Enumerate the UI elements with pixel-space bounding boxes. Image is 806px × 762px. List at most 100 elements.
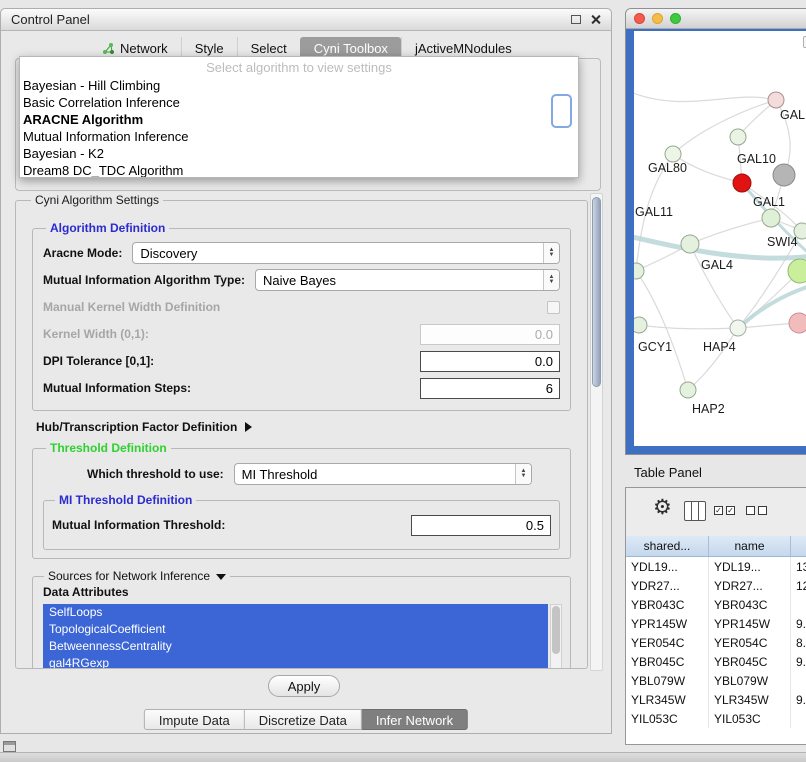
float-panel-icon[interactable] (571, 15, 581, 24)
network-node[interactable] (730, 129, 746, 145)
algorithm-option-basic-correlation-inference[interactable]: Basic Correlation Inference (20, 94, 578, 111)
table-cell: YBR045C (626, 652, 709, 671)
manual-kernel-label: Manual Kernel Width Definition (43, 300, 220, 314)
aracne-mode-label: Aracne Mode: (43, 246, 122, 260)
expand-right-icon[interactable] (245, 422, 252, 432)
column-header-shared[interactable]: shared... (626, 536, 709, 556)
collapse-down-icon[interactable] (216, 574, 226, 580)
list-scrollbar[interactable] (550, 604, 562, 669)
table-row[interactable]: YDL19...YDL19...13 (626, 557, 806, 576)
table-row[interactable]: YBR043CYBR043C (626, 595, 806, 614)
which-threshold-combobox[interactable]: MI Threshold ▲▼ (234, 463, 532, 485)
tab-discretize-data[interactable]: Discretize Data (245, 709, 362, 730)
table-row[interactable]: YBR045CYBR045C9. (626, 652, 806, 671)
network-node[interactable] (634, 263, 644, 279)
table-row[interactable]: YER054CYER054C8. (626, 633, 806, 652)
algorithm-option-dream8-dc-tdc-algorithm[interactable]: Dream8 DC_TDC Algorithm (20, 162, 578, 178)
column-header-extra[interactable] (791, 536, 806, 556)
data-attributes-list[interactable]: SelfLoopsTopologicalCoefficientBetweenne… (43, 604, 562, 669)
network-edge (673, 100, 776, 154)
mi-steps-row: Mutual Information Steps: (43, 377, 560, 399)
mi-type-combobox[interactable]: Naive Bayes ▲▼ (255, 269, 560, 291)
network-node[interactable] (634, 317, 647, 333)
network-canvas[interactable]: GALGAL80GAL10GAL11GAL1SWI4GAL4GCY1HAP4HA… (634, 31, 806, 446)
table-row[interactable]: YPR145WYPR145W9. (626, 614, 806, 633)
mi-threshold-input[interactable] (411, 515, 551, 536)
tab-impute-data[interactable]: Impute Data (144, 709, 245, 730)
list-scrollbar-thumb[interactable] (552, 606, 560, 654)
close-panel-icon[interactable] (590, 14, 601, 25)
algorithm-definition-group: Algorithm Definition Aracne Mode: Discov… (32, 221, 571, 411)
tab-infer-network[interactable]: Infer Network (362, 709, 468, 730)
select-all-columns-icon[interactable]: ✓✓ (714, 506, 735, 515)
bottom-tab-bar: Impute DataDiscretize DataInfer Network (144, 709, 468, 730)
manual-kernel-checkbox[interactable] (547, 301, 560, 314)
network-node[interactable] (730, 320, 746, 336)
attribute-item-betweennesscentrality[interactable]: BetweennessCentrality (43, 638, 548, 655)
network-node[interactable] (762, 209, 780, 227)
apply-button[interactable]: Apply (268, 675, 340, 697)
dpi-tolerance-input[interactable] (420, 351, 560, 372)
network-node[interactable] (681, 235, 699, 253)
network-window: GALGAL80GAL10GAL11GAL1SWI4GAL4GCY1HAP4HA… (625, 8, 806, 455)
columns-icon[interactable] (684, 501, 706, 521)
network-node[interactable] (768, 92, 784, 108)
table-row[interactable]: YBL079WYBL079W (626, 671, 806, 690)
minimize-window-icon[interactable] (652, 13, 663, 24)
close-window-icon[interactable] (634, 13, 645, 24)
algorithm-option-bayesian-k2[interactable]: Bayesian - K2 (20, 145, 578, 162)
table-row[interactable]: YIL053CYIL053C (626, 709, 806, 728)
network-edge (634, 91, 776, 102)
attribute-item-gal4rgexp[interactable]: gal4RGexp (43, 655, 548, 669)
aracne-mode-value: Discovery (133, 246, 543, 261)
table-cell: YBR043C (709, 595, 791, 614)
mi-steps-input[interactable] (420, 378, 560, 399)
sources-group-title[interactable]: Sources for Network Inference (44, 569, 230, 583)
table-header: shared...name (626, 536, 806, 557)
algorithm-option-aracne-algorithm[interactable]: ARACNE Algorithm (20, 111, 578, 128)
table-row[interactable]: YLR345WYLR345W9. (626, 690, 806, 709)
table-cell (791, 709, 806, 728)
aracne-mode-combobox[interactable]: Discovery ▲▼ (132, 242, 560, 264)
network-edge (690, 218, 771, 244)
threshold-definition-group: Threshold Definition Which threshold to … (32, 441, 571, 559)
stepper-icon[interactable]: ▲▼ (543, 243, 559, 263)
dock-panel-icon[interactable] (3, 741, 16, 752)
network-edge (639, 325, 738, 329)
network-graph[interactable]: GALGAL80GAL10GAL11GAL1SWI4GAL4GCY1HAP4HA… (634, 31, 806, 446)
attribute-item-topologicalcoefficient[interactable]: TopologicalCoefficient (43, 621, 548, 638)
table-cell: 12 (791, 576, 806, 595)
algorithm-option-bayesian-hill-climbing[interactable]: Bayesian - Hill Climbing (20, 77, 578, 94)
dropdown-placeholder: Select algorithm to view settings (20, 57, 578, 75)
which-threshold-label: Which threshold to use: (87, 467, 224, 481)
column-header-name[interactable]: name (709, 536, 791, 556)
zoom-window-icon[interactable] (670, 13, 681, 24)
stepper-icon[interactable]: ▲▼ (543, 270, 559, 290)
network-node[interactable] (789, 313, 806, 333)
stepper-icon[interactable]: ▲▼ (515, 464, 531, 484)
network-node[interactable] (773, 164, 795, 186)
network-node-label: GAL1 (753, 195, 785, 209)
mi-type-value: Naive Bayes (256, 273, 543, 288)
kernel-width-input[interactable] (420, 324, 560, 345)
network-window-titlebar[interactable] (626, 9, 806, 29)
settings-scrollbar[interactable] (590, 193, 603, 671)
table-row[interactable]: YDR27...YDR27...12 (626, 576, 806, 595)
table-cell: YLR345W (626, 690, 709, 709)
network-node[interactable] (733, 174, 751, 192)
attribute-item-selfloops[interactable]: SelfLoops (43, 604, 548, 621)
kernel-width-row: Kernel Width (0,1): (43, 323, 560, 345)
table-cell (791, 671, 806, 690)
network-node[interactable] (665, 146, 681, 162)
hub-definition-section[interactable]: Hub/Transcription Factor Definition (36, 420, 577, 434)
mi-steps-label: Mutual Information Steps: (43, 381, 191, 395)
combobox-focus-button[interactable] (551, 94, 572, 128)
settings-scrollbar-thumb[interactable] (592, 197, 601, 387)
algorithm-dropdown-popup: Select algorithm to view settings Bayesi… (19, 56, 579, 178)
algorithm-definition-title: Algorithm Definition (46, 221, 169, 235)
mi-threshold-group: MI Threshold Definition Mutual Informati… (43, 493, 560, 550)
network-node[interactable] (680, 382, 696, 398)
deselect-all-columns-icon[interactable] (746, 506, 767, 515)
algorithm-option-mutual-information-inference[interactable]: Mutual Information Inference (20, 128, 578, 145)
gear-icon[interactable]: ⚙ (653, 497, 672, 518)
